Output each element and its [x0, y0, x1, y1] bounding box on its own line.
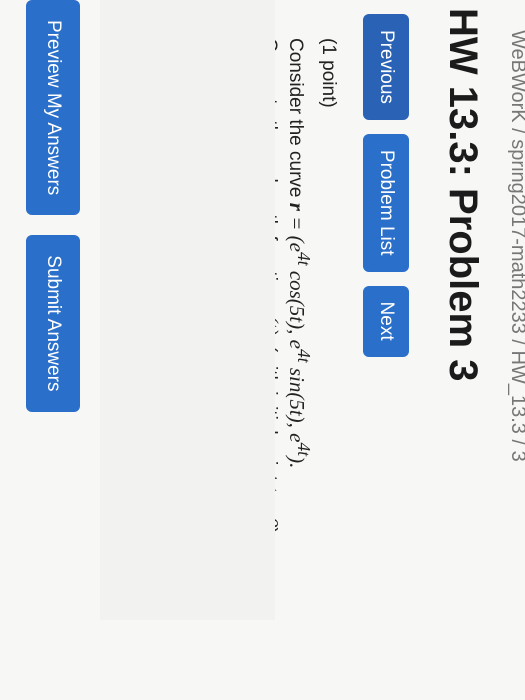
- problem-line-1: Consider the curve r = (e4t cos(5t), e4t…: [283, 38, 316, 618]
- curve-equation: r = (e4t cos(5t), e4t sin(5t), e4t).: [285, 202, 314, 469]
- page: WeBWorK / spring2017-math2233 / HW_13.3 …: [0, 0, 525, 700]
- submit-answers-button[interactable]: Submit Answers: [26, 235, 80, 412]
- submit-row: Preview My Answers Submit Answers: [26, 0, 80, 412]
- problem-points: (1 point): [318, 38, 339, 108]
- problem-nav: Previous Problem List Next: [363, 14, 409, 357]
- problem-list-button[interactable]: Problem List: [363, 133, 409, 272]
- previous-button[interactable]: Previous: [363, 14, 409, 120]
- problem-line-1-prefix: Consider the curve: [285, 38, 306, 198]
- next-button[interactable]: Next: [363, 285, 409, 357]
- answer-area: [100, 0, 275, 620]
- preview-answers-button[interactable]: Preview My Answers: [26, 0, 80, 216]
- page-title: HW 13.3: Problem 3: [441, 8, 485, 382]
- breadcrumb: WeBWorK / spring2017-math2233 / HW_13.3 …: [507, 30, 525, 462]
